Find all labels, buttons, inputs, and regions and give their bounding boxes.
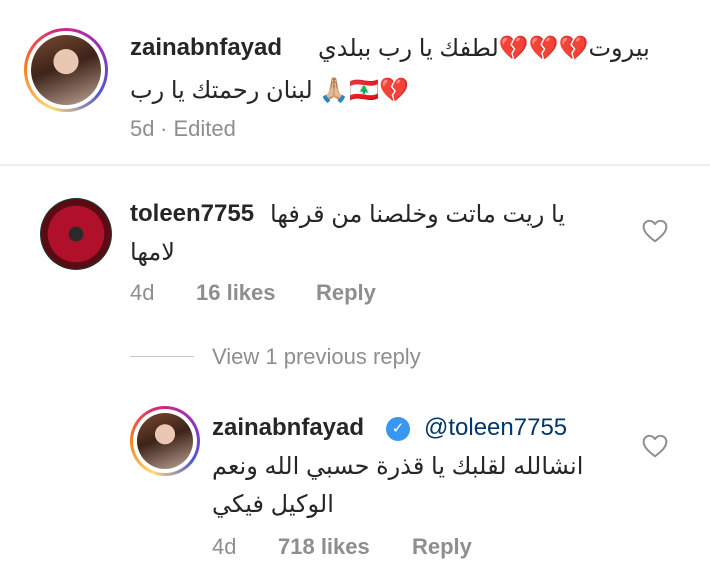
- comment-username[interactable]: toleen7755: [130, 200, 254, 228]
- verified-badge-icon: ✓: [386, 417, 410, 441]
- view-previous-reply-button[interactable]: View 1 previous reply: [212, 344, 421, 370]
- post-caption-line1: بيروت💔💔💔لطفك يا رب ببلدي: [318, 35, 650, 62]
- reply-text-line2: الوكيل فيكي: [212, 491, 334, 518]
- post-edited: · Edited: [160, 116, 236, 141]
- reply-time: 4d: [212, 534, 237, 559]
- post-time: 5d: [130, 116, 155, 141]
- comment-likes[interactable]: 16 likes: [196, 280, 276, 306]
- heart-outline-icon[interactable]: [642, 219, 668, 243]
- comment-avatar[interactable]: [40, 198, 112, 270]
- heart-outline-icon[interactable]: [642, 434, 668, 458]
- comment-reply-button[interactable]: Reply: [316, 280, 376, 306]
- reply-mention-link[interactable]: @toleen7755: [424, 414, 567, 442]
- caption-divider: [0, 164, 710, 166]
- reply-text-line1: انشالله لقلبك يا قذرة حسبي الله ونعم: [212, 453, 584, 480]
- comment-text-line1: يا ريت ماتت وخلصنا من قرفها: [270, 201, 566, 228]
- view-replies-line: [130, 356, 194, 357]
- reply-avatar[interactable]: [130, 406, 200, 476]
- post-caption-line2: 💔🇱🇧🙏🏼 لبنان رحمتك يا رب: [130, 77, 410, 104]
- post-username[interactable]: zainabnfayad: [130, 34, 282, 62]
- comment-time: 4d: [130, 280, 155, 305]
- comment-text-line2: لامها: [130, 239, 175, 266]
- post-avatar[interactable]: [24, 28, 108, 112]
- reply-username[interactable]: zainabnfayad: [212, 414, 364, 442]
- reply-likes[interactable]: 718 likes: [278, 534, 370, 560]
- reply-reply-button[interactable]: Reply: [412, 534, 472, 560]
